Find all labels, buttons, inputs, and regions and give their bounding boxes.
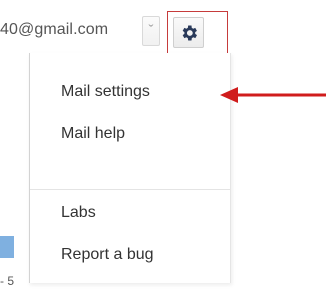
account-dropdown-button[interactable]: ˇ [142,16,160,46]
menu-item-report-a-bug[interactable]: Report a bug [61,246,154,264]
settings-button-highlight [167,11,228,54]
page-background-strip [0,236,14,258]
account-email[interactable]: 40@gmail.com [0,21,108,39]
page-text-fragment: - 5 [0,274,15,288]
chevron-down-icon: ˇ [148,22,154,39]
settings-dropdown-menu: Mail settings Mail help Labs Report a bu… [29,53,231,283]
menu-item-mail-help[interactable]: Mail help [61,125,125,143]
settings-button[interactable] [173,17,204,48]
menu-divider [30,189,230,190]
menu-item-labs[interactable]: Labs [61,204,96,222]
gear-icon [182,25,197,41]
annotation-arrow-icon [220,87,326,103]
menu-item-mail-settings[interactable]: Mail settings [61,83,150,101]
